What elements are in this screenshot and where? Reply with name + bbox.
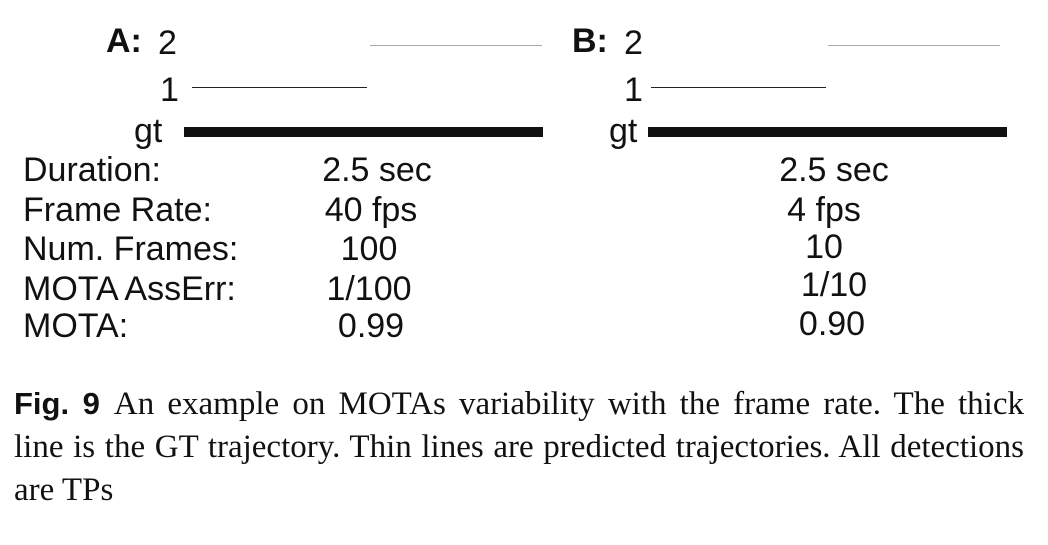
row-label-mota-asserr: MOTA AssErr:: [23, 270, 236, 308]
panel-b-gt-label: gt: [609, 112, 638, 150]
panel-a-mota-value: 0.99: [337, 307, 405, 345]
panel-b-track-1-line: [651, 87, 826, 88]
panel-b-track-2-label: 2: [624, 24, 643, 62]
panel-a-track-2-line: [370, 45, 542, 46]
figure-caption: Fig. 9 An example on MOTAs variability wi…: [14, 382, 1024, 512]
panel-b-mota-asserr-value: 1/10: [800, 266, 868, 304]
panel-a-gt-line: [184, 127, 543, 137]
panel-a-track-2-label: 2: [158, 24, 177, 62]
panel-b-mota-value: 0.90: [798, 305, 866, 343]
figure-caption-text: An example on MOTAs variability with the…: [14, 386, 1024, 508]
panel-b-track-1-label: 1: [624, 71, 643, 109]
panel-b-frame-rate-value: 4 fps: [787, 191, 861, 229]
row-label-mota: MOTA:: [23, 307, 129, 345]
row-label-duration: Duration:: [23, 151, 161, 189]
panel-a-frame-rate-value: 40 fps: [324, 191, 418, 229]
figure-caption-label: Fig. 9: [14, 386, 100, 421]
row-label-num-frames: Num. Frames:: [23, 230, 239, 268]
panel-a-track-1-label: 1: [160, 71, 179, 109]
panel-b-duration-value: 2.5 sec: [779, 151, 889, 189]
panel-a-duration-value: 2.5 sec: [322, 151, 432, 189]
panel-a-gt-label: gt: [134, 112, 163, 150]
panel-b-letter: B:: [572, 22, 608, 60]
panel-a-track-1-line: [192, 87, 367, 88]
panel-b-num-frames-value: 10: [805, 228, 843, 266]
panel-a-letter: A:: [106, 22, 142, 60]
panel-b-gt-line: [648, 127, 1007, 137]
panel-a-num-frames-value: 100: [340, 230, 398, 268]
panel-a-mota-asserr-value: 1/100: [326, 270, 412, 308]
panel-b-track-2-line: [828, 45, 1000, 46]
row-label-frame-rate: Frame Rate:: [23, 191, 212, 229]
